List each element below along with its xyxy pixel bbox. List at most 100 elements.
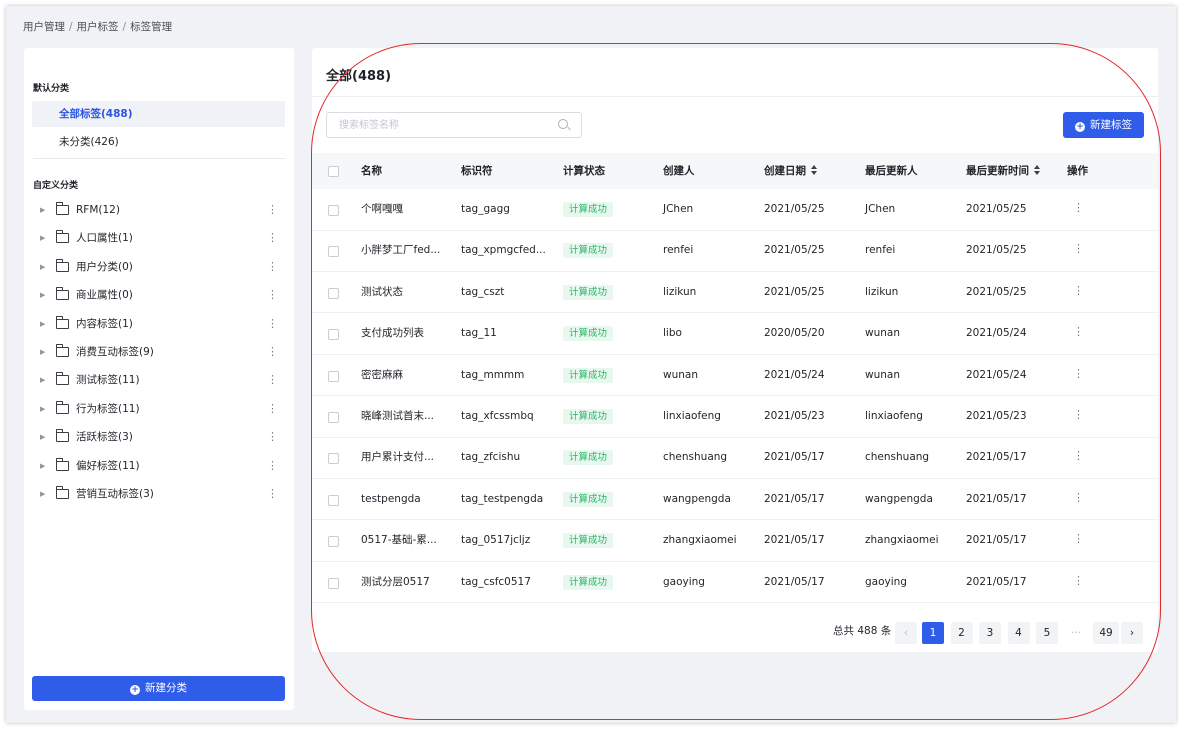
category-uncategorized[interactable]: 未分类(426) bbox=[32, 129, 285, 155]
breadcrumb-item[interactable]: 用户管理 bbox=[23, 21, 65, 33]
category-tree-item[interactable]: ▶ 商业属性(0) ⋮ bbox=[38, 283, 285, 307]
more-vertical-icon[interactable]: ⋮ bbox=[1073, 355, 1084, 392]
category-tree-item[interactable]: ▶ 营销互动标签(3) ⋮ bbox=[38, 482, 285, 506]
column-header-created-date[interactable]: 创建日期 bbox=[764, 153, 817, 189]
cell-identifier: tag_xfcssmbq bbox=[461, 410, 534, 422]
table-row[interactable]: 晓峰测试首末... tag_xfcssmbq linxiaofeng 2021/05/… bbox=[312, 396, 1158, 438]
page-ellipsis[interactable]: ··· bbox=[1065, 622, 1087, 644]
caret-right-icon[interactable]: ▶ bbox=[40, 368, 45, 392]
more-vertical-icon[interactable]: ⋮ bbox=[1073, 313, 1084, 350]
row-checkbox[interactable] bbox=[328, 287, 339, 299]
table-row[interactable]: 密密麻麻 tag_mmmm wunan 2021/05/24 wunan 2021/05/… bbox=[312, 355, 1158, 397]
category-tree-item[interactable]: ▶ 用户分类(0) ⋮ bbox=[38, 255, 285, 279]
category-tree-item[interactable]: ▶ 内容标签(1) ⋮ bbox=[38, 312, 285, 336]
row-checkbox[interactable] bbox=[328, 329, 339, 341]
category-tree-item[interactable]: ▶ 偏好标签(11) ⋮ bbox=[38, 454, 285, 478]
page-button[interactable]: 1 bbox=[922, 622, 944, 644]
category-tree-item[interactable]: ▶ 行为标签(11) ⋮ bbox=[38, 397, 285, 421]
row-checkbox[interactable] bbox=[328, 246, 339, 258]
folder-icon bbox=[55, 258, 69, 272]
column-header-updated-time[interactable]: 最后更新时间 bbox=[966, 153, 1040, 189]
row-checkbox[interactable] bbox=[328, 536, 339, 548]
new-tag-button[interactable]: + 新建标签 bbox=[1063, 112, 1144, 138]
caret-right-icon[interactable]: ▶ bbox=[40, 255, 45, 279]
prev-page-button[interactable]: ‹ bbox=[895, 622, 917, 644]
cell-identifier: tag_xpmgcfed... bbox=[461, 244, 546, 257]
table-row[interactable]: 0517-基础-累... tag_0517jcljz zhangxiaomei 202… bbox=[312, 520, 1158, 562]
page-button[interactable]: 2 bbox=[950, 622, 973, 644]
sort-icon[interactable] bbox=[811, 165, 817, 175]
page-button[interactable]: 3 bbox=[979, 622, 1001, 644]
new-category-button[interactable]: + 新建分类 bbox=[32, 676, 285, 701]
more-vertical-icon[interactable]: ⋮ bbox=[267, 368, 278, 392]
folder-icon bbox=[55, 429, 69, 443]
more-vertical-icon[interactable]: ⋮ bbox=[1073, 189, 1084, 226]
caret-right-icon[interactable]: ▶ bbox=[40, 397, 45, 421]
table-row[interactable]: 用户累计支付... tag_zfcishu chenshuang 2021/05/17… bbox=[312, 437, 1158, 479]
category-tree-item[interactable]: ▶ 测试标签(11) ⋮ bbox=[38, 368, 285, 392]
cell-updater: JChen bbox=[865, 203, 896, 215]
more-vertical-icon[interactable]: ⋮ bbox=[1073, 230, 1084, 267]
search-input[interactable] bbox=[327, 113, 547, 137]
updated-time-label: 最后更新时间 bbox=[966, 165, 1029, 177]
default-category-heading: 默认分类 bbox=[33, 84, 70, 94]
category-all-tags[interactable]: 全部标签(488) bbox=[32, 101, 285, 127]
caret-right-icon[interactable]: ▶ bbox=[40, 482, 45, 506]
caret-right-icon[interactable]: ▶ bbox=[40, 340, 45, 364]
cell-updater: zhangxiaomei bbox=[865, 534, 939, 547]
cell-updater: linxiaofeng bbox=[865, 410, 923, 422]
table-row[interactable]: 测试分层0517 tag_csfc0517 gaoying 2021/05/17 gao… bbox=[312, 562, 1158, 604]
more-vertical-icon[interactable]: ⋮ bbox=[267, 198, 278, 222]
more-vertical-icon[interactable]: ⋮ bbox=[1073, 520, 1084, 557]
more-vertical-icon[interactable]: ⋮ bbox=[267, 283, 278, 307]
cell-updated-time: 2021/05/25 bbox=[966, 285, 1027, 298]
search-icon[interactable] bbox=[558, 119, 568, 129]
more-vertical-icon[interactable]: ⋮ bbox=[1073, 562, 1084, 599]
category-tree-item[interactable]: ▶ 消费互动标签(9) ⋮ bbox=[38, 340, 285, 364]
breadcrumb-item[interactable]: 用户标签 bbox=[77, 21, 119, 33]
more-vertical-icon[interactable]: ⋮ bbox=[267, 482, 278, 506]
more-vertical-icon[interactable]: ⋮ bbox=[1073, 396, 1084, 433]
more-vertical-icon[interactable]: ⋮ bbox=[1073, 437, 1084, 474]
more-vertical-icon[interactable]: ⋮ bbox=[267, 397, 278, 421]
caret-right-icon[interactable]: ▶ bbox=[40, 454, 45, 478]
row-checkbox[interactable] bbox=[328, 205, 339, 216]
caret-right-icon[interactable]: ▶ bbox=[40, 425, 45, 449]
caret-right-icon[interactable]: ▶ bbox=[40, 283, 45, 307]
page-button-last[interactable]: 49 bbox=[1093, 622, 1119, 644]
row-checkbox[interactable] bbox=[328, 577, 339, 589]
table-row[interactable]: testpengda tag_testpengda wangpengda 2021/0… bbox=[312, 479, 1158, 521]
row-checkbox[interactable] bbox=[328, 370, 339, 382]
row-checkbox[interactable] bbox=[328, 453, 339, 465]
plus-circle-icon: + bbox=[130, 685, 140, 695]
table-row[interactable]: 测试状态 tag_cszt lizikun 2021/05/25 lizikun 2021… bbox=[312, 272, 1158, 314]
category-tree-item[interactable]: ▶ 人口属性(1) ⋮ bbox=[38, 226, 285, 250]
sort-icon[interactable] bbox=[1034, 165, 1040, 175]
more-vertical-icon[interactable]: ⋮ bbox=[267, 226, 278, 250]
page-button[interactable]: 4 bbox=[1007, 622, 1030, 644]
category-tree-item[interactable]: ▶ 活跃标签(3) ⋮ bbox=[38, 425, 285, 449]
caret-right-icon[interactable]: ▶ bbox=[40, 312, 45, 336]
page-button[interactable]: 5 bbox=[1036, 622, 1058, 644]
select-all-checkbox[interactable] bbox=[328, 166, 339, 177]
more-vertical-icon[interactable]: ⋮ bbox=[267, 454, 278, 478]
more-vertical-icon[interactable]: ⋮ bbox=[267, 340, 278, 364]
table-row[interactable]: 支付成功列表 tag_11 libo 2020/05/20 wunan 2021/05/2… bbox=[312, 313, 1158, 355]
more-vertical-icon[interactable]: ⋮ bbox=[267, 425, 278, 449]
breadcrumb-current: 标签管理 bbox=[130, 21, 173, 33]
next-page-button[interactable]: › bbox=[1121, 622, 1143, 644]
cell-created-date: 2021/05/25 bbox=[764, 244, 825, 257]
more-vertical-icon[interactable]: ⋮ bbox=[267, 312, 278, 336]
row-checkbox[interactable] bbox=[328, 412, 339, 423]
more-vertical-icon[interactable]: ⋮ bbox=[1073, 272, 1084, 309]
more-vertical-icon[interactable]: ⋮ bbox=[1073, 479, 1084, 516]
cell-creator: wangpengda bbox=[663, 492, 731, 505]
caret-right-icon[interactable]: ▶ bbox=[40, 198, 45, 222]
category-label: 行为标签(11) bbox=[76, 402, 140, 415]
caret-right-icon[interactable]: ▶ bbox=[40, 226, 45, 250]
row-checkbox[interactable] bbox=[328, 494, 339, 506]
more-vertical-icon[interactable]: ⋮ bbox=[267, 255, 278, 279]
category-tree-item[interactable]: ▶ RFM(12) ⋮ bbox=[38, 198, 285, 222]
table-row[interactable]: 小胖梦工厂fed... tag_xpmgcfed... renfei 2021/05/… bbox=[312, 230, 1158, 272]
table-row[interactable]: 个啊嘎嘎 tag_gagg JChen 2021/05/25 JChen 2021/05/… bbox=[312, 189, 1158, 231]
